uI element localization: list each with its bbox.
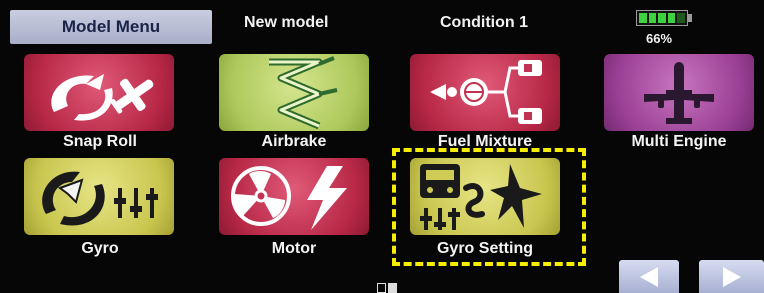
battery-percent: 66% — [646, 31, 673, 46]
motor-propeller-lightning-icon — [231, 166, 347, 230]
right-arrow-icon — [722, 266, 741, 287]
page-indicator-2 — [388, 283, 397, 293]
multi-engine-airplane-icon — [644, 62, 714, 124]
left-arrow-icon — [640, 266, 658, 287]
model-menu-screen: Model Menu New model Condition 1 66% Sna… — [0, 0, 764, 293]
gyro-button[interactable] — [24, 158, 174, 235]
gyro-setting-highlight — [392, 148, 586, 266]
airbrake-label: Airbrake — [261, 133, 327, 150]
snap-roll-plane-icon — [51, 74, 154, 121]
battery-icon — [636, 10, 688, 26]
battery-tip — [688, 14, 692, 22]
multi-engine-button[interactable] — [604, 54, 754, 131]
model-menu-tab-label: Model Menu — [61, 17, 161, 36]
model-name[interactable]: New model — [244, 14, 328, 32]
airbrake-button[interactable] — [219, 54, 369, 131]
motor-label: Motor — [271, 240, 317, 257]
fuel-mixture-icon — [430, 60, 542, 124]
next-page-button[interactable] — [699, 260, 764, 293]
snap-roll-label: Snap Roll — [63, 133, 137, 150]
snap-roll-button[interactable] — [24, 54, 174, 131]
page-indicator-1 — [377, 283, 386, 293]
condition-name[interactable]: Condition 1 — [440, 14, 528, 32]
motor-button[interactable] — [219, 158, 369, 235]
airbrake-icon — [269, 56, 338, 130]
fuel-mixture-button[interactable] — [410, 54, 560, 131]
multi-engine-label: Multi Engine — [631, 133, 727, 150]
model-menu-tab[interactable]: Model Menu — [10, 10, 212, 44]
gyro-icon — [42, 171, 158, 226]
gyro-label: Gyro — [81, 240, 119, 257]
prev-page-button[interactable] — [619, 260, 679, 293]
